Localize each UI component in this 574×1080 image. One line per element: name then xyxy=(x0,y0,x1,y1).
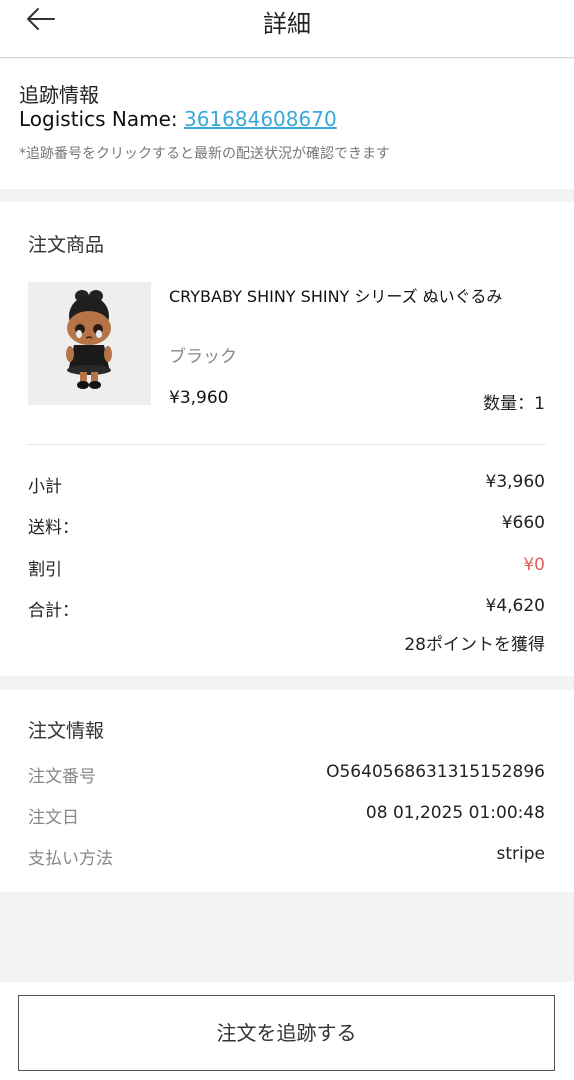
product-price: ¥3,960 xyxy=(169,388,229,408)
top-bar: 詳細 xyxy=(0,0,574,58)
shipping-row: 送料： ¥660 xyxy=(28,513,545,538)
order-items-section: 注文商品 CRYBABY SHINY SHINY シリーズ ぬいぐるみ ブラック… xyxy=(0,202,574,676)
subtotal-label: 小計 xyxy=(28,477,62,497)
order-number-label: 注文番号 xyxy=(28,767,96,787)
tracking-title: 追跡情報 xyxy=(19,83,99,107)
discount-label: 割引 xyxy=(28,560,62,580)
subtotal-row: 小計 ¥3,960 xyxy=(28,472,545,497)
shipping-label: 送料： xyxy=(28,518,79,538)
payment-method-value: stripe xyxy=(496,844,546,864)
shipping-value: ¥660 xyxy=(501,513,545,533)
divider xyxy=(28,444,546,445)
payment-method-row: 支払い方法 stripe xyxy=(28,844,546,869)
order-date-label: 注文日 xyxy=(28,808,79,828)
logistics-line: Logistics Name: 361684608670 xyxy=(19,107,337,131)
order-number-value: O5640568631315152896 xyxy=(326,762,545,782)
product-image[interactable] xyxy=(28,282,151,405)
total-label: 合計： xyxy=(28,601,79,621)
tracking-section: 追跡情報 Logistics Name: 361684608670 *追跡番号を… xyxy=(0,59,574,189)
logistics-label: Logistics Name: xyxy=(19,107,184,131)
order-items-title: 注文商品 xyxy=(28,234,105,256)
product-quantity: 数量：1 xyxy=(483,394,545,414)
discount-row: 割引 ¥0 xyxy=(28,555,545,580)
order-info-title: 注文情報 xyxy=(28,720,105,742)
total-value: ¥4,620 xyxy=(485,596,545,616)
total-row: 合計： ¥4,620 xyxy=(28,596,545,621)
order-info-section: 注文情報 注文番号 O5640568631315152896 注文日 08 01… xyxy=(0,690,574,892)
points-earned: 28ポイントを獲得 xyxy=(404,635,545,655)
bottom-bar: 注文を追跡する xyxy=(0,982,574,1080)
page-title: 詳細 xyxy=(263,10,311,38)
order-date-row: 注文日 08 01,2025 01:00:48 xyxy=(28,803,545,828)
discount-value: ¥0 xyxy=(523,555,545,575)
payment-method-label: 支払い方法 xyxy=(28,849,113,869)
tracking-number-link[interactable]: 361684608670 xyxy=(184,107,337,131)
order-date-value: 08 01,2025 01:00:48 xyxy=(365,803,545,823)
product-name[interactable]: CRYBABY SHINY SHINY シリーズ ぬいぐるみ xyxy=(169,284,554,310)
product-variant: ブラック xyxy=(169,347,237,367)
order-number-row: 注文番号 O5640568631315152896 xyxy=(28,762,545,787)
tracking-note: *追跡番号をクリックすると最新の配送状況が確認できます xyxy=(19,146,390,162)
subtotal-value: ¥3,960 xyxy=(485,472,545,492)
track-order-button[interactable]: 注文を追跡する xyxy=(18,995,555,1071)
